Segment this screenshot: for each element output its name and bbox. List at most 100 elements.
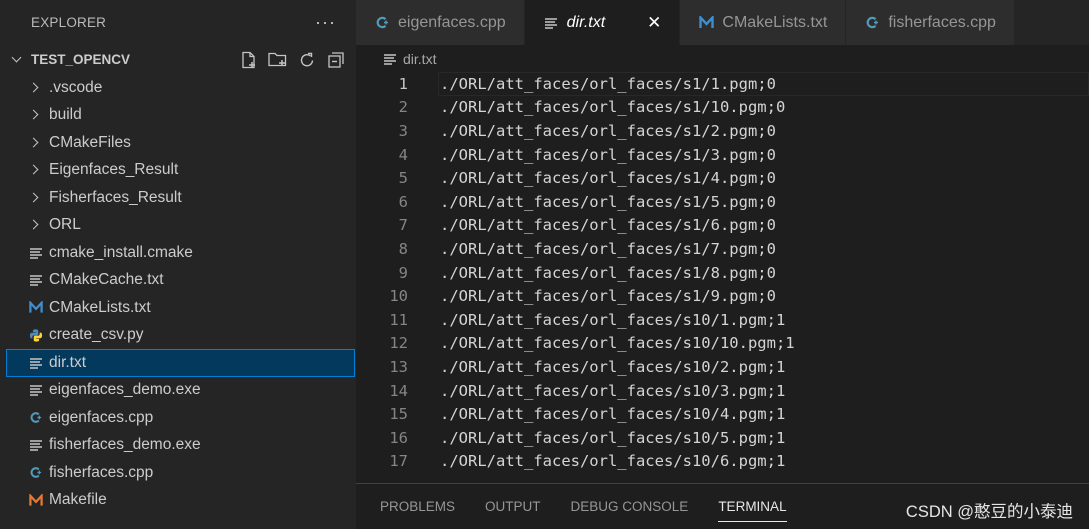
tree-item-label: dir.txt	[49, 353, 87, 371]
cpp-icon	[29, 410, 43, 426]
line-number: 4	[398, 145, 408, 164]
line-number: 16	[389, 428, 408, 447]
editor-line[interactable]: 11 ./ORL/att_faces/orl_faces/s10/1.pgm;1	[356, 308, 1089, 332]
tree-item-label: CMakeFiles	[49, 133, 131, 151]
cmake-m-icon	[29, 300, 43, 316]
text-editor[interactable]: 1 ./ORL/att_faces/orl_faces/s1/1.pgm;0 2 ./…	[356, 72, 1089, 483]
tree-item-eigenfaces-demo-exe[interactable]: eigenfaces_demo.exe	[0, 377, 356, 405]
tree-item-label: fisherfaces_demo.exe	[49, 436, 201, 454]
line-number: 12	[389, 334, 408, 353]
line-number: 14	[389, 381, 408, 400]
chevron-right-icon	[29, 217, 43, 233]
panel-tab-output[interactable]: OUTPUT	[485, 484, 541, 529]
tree-item-makefile[interactable]: Makefile	[0, 487, 356, 515]
panel-tab-problems[interactable]: PROBLEMS	[380, 484, 455, 529]
line-number: 15	[389, 405, 408, 424]
tab-label: CMakeLists.txt	[722, 13, 828, 31]
line-text: ./ORL/att_faces/orl_faces/s1/9.pgm;0	[440, 287, 776, 306]
tree-item-label: CMakeLists.txt	[49, 298, 151, 316]
tree-item-orl[interactable]: ORL	[0, 212, 356, 240]
tree-item-label: cmake_install.cmake	[49, 243, 193, 261]
tree-item-label: CMakeCache.txt	[49, 271, 164, 289]
line-text: ./ORL/att_faces/orl_faces/s10/4.pgm;1	[440, 405, 786, 424]
chevron-right-icon	[29, 190, 43, 206]
editor-lines: 1 ./ORL/att_faces/orl_faces/s1/1.pgm;0 2 ./…	[356, 72, 1089, 473]
workspace-folder[interactable]: TEST_OPENCV	[0, 44, 356, 74]
line-text: ./ORL/att_faces/orl_faces/s1/6.pgm;0	[440, 216, 776, 235]
editor-line[interactable]: 9 ./ORL/att_faces/orl_faces/s1/8.pgm;0	[356, 261, 1089, 285]
line-number: 3	[398, 121, 408, 140]
editor-line[interactable]: 14 ./ORL/att_faces/orl_faces/s10/3.pgm;1	[356, 379, 1089, 403]
tree-item-label: Eigenfaces_Result	[49, 161, 179, 179]
line-number: 17	[389, 452, 408, 471]
tree-item-cmake-install-cmake[interactable]: cmake_install.cmake	[0, 239, 356, 267]
close-icon[interactable]: ✕	[647, 13, 661, 33]
line-number: 10	[389, 287, 408, 306]
refresh-icon[interactable]	[296, 49, 317, 70]
editor-line[interactable]: 4 ./ORL/att_faces/orl_faces/s1/3.pgm;0	[356, 143, 1089, 167]
new-file-icon[interactable]	[238, 49, 259, 70]
lines-file-icon	[29, 272, 43, 288]
tree-item-cmakecache-txt[interactable]: CMakeCache.txt	[0, 267, 356, 295]
line-number: 7	[398, 216, 408, 235]
cpp-icon	[374, 15, 390, 30]
tree-item-fisherfaces-cpp[interactable]: fisherfaces.cpp	[0, 459, 356, 487]
tree-item-cmakefiles[interactable]: CMakeFiles	[0, 129, 356, 157]
tab-fisherfaces-cpp[interactable]: fisherfaces.cpp	[846, 0, 1015, 45]
tab-eigenfaces-cpp[interactable]: eigenfaces.cpp	[356, 0, 525, 45]
tab-label: dir.txt	[566, 13, 606, 31]
editor-line[interactable]: 7 ./ORL/att_faces/orl_faces/s1/6.pgm;0	[356, 214, 1089, 238]
line-text: ./ORL/att_faces/orl_faces/s1/3.pgm;0	[440, 145, 776, 164]
panel-tab-debug-console[interactable]: DEBUG CONSOLE	[571, 484, 689, 529]
workspace-folder-name: TEST_OPENCV	[31, 51, 131, 67]
editor-line[interactable]: 16 ./ORL/att_faces/orl_faces/s10/5.pgm;1	[356, 426, 1089, 450]
tree-item-fisherfaces-demo-exe[interactable]: fisherfaces_demo.exe	[0, 432, 356, 460]
editor-line[interactable]: 2 ./ORL/att_faces/orl_faces/s1/10.pgm;0	[356, 96, 1089, 120]
editor-line[interactable]: 8 ./ORL/att_faces/orl_faces/s1/7.pgm;0	[356, 237, 1089, 261]
tree-item-label: Fisherfaces_Result	[49, 188, 182, 206]
new-folder-icon[interactable]	[267, 49, 288, 70]
editor-line[interactable]: 10 ./ORL/att_faces/orl_faces/s1/9.pgm;0	[356, 284, 1089, 308]
chevron-right-icon	[29, 135, 43, 151]
editor-line[interactable]: 6 ./ORL/att_faces/orl_faces/s1/5.pgm;0	[356, 190, 1089, 214]
editor-tabs: eigenfaces.cpp dir.txt ✕ CMakeLists.txt fish…	[356, 0, 1089, 45]
tree-item-dir-txt[interactable]: dir.txt	[6, 349, 355, 377]
breadcrumb[interactable]: dir.txt	[356, 45, 1089, 72]
tab-cmakelists-txt[interactable]: CMakeLists.txt	[680, 0, 847, 45]
editor-line[interactable]: 12 ./ORL/att_faces/orl_faces/s10/10.pgm;1	[356, 332, 1089, 356]
breadcrumb-file: dir.txt	[403, 50, 437, 67]
panel-tab-terminal[interactable]: TERMINAL	[718, 484, 787, 529]
tree-item-create-csv-py[interactable]: create_csv.py	[0, 322, 356, 350]
line-number: 6	[398, 192, 408, 211]
editor-line[interactable]: 5 ./ORL/att_faces/orl_faces/s1/4.pgm;0	[356, 166, 1089, 190]
tree-item-label: eigenfaces_demo.exe	[49, 381, 201, 399]
line-number: 9	[398, 263, 408, 282]
line-text: ./ORL/att_faces/orl_faces/s10/10.pgm;1	[440, 334, 795, 353]
line-text: ./ORL/att_faces/orl_faces/s10/2.pgm;1	[440, 357, 786, 376]
tab-dir-txt[interactable]: dir.txt ✕	[524, 0, 681, 45]
line-number: 8	[398, 239, 408, 258]
more-actions-icon[interactable]: ···	[315, 12, 336, 33]
tree-item-vscode[interactable]: .vscode	[0, 74, 356, 102]
collapse-all-icon[interactable]	[325, 49, 346, 70]
tree-item-label: create_csv.py	[49, 326, 144, 344]
tree-item-eigenfaces-result[interactable]: Eigenfaces_Result	[0, 157, 356, 185]
file-tree: .vscode build CMakeFiles Eigenfaces_Result F…	[0, 74, 356, 514]
tree-item-eigenfaces-cpp[interactable]: eigenfaces.cpp	[0, 404, 356, 432]
tree-item-fisherfaces-result[interactable]: Fisherfaces_Result	[0, 184, 356, 212]
explorer-title: EXPLORER	[31, 14, 107, 30]
line-number: 1	[398, 74, 408, 93]
panel-tabs: PROBLEMS OUTPUT DEBUG CONSOLE TERMINAL	[380, 484, 817, 529]
cpp-icon	[29, 465, 43, 481]
tree-item-cmakelists-txt[interactable]: CMakeLists.txt	[0, 294, 356, 322]
line-number: 5	[398, 169, 408, 188]
editor-line[interactable]: 3 ./ORL/att_faces/orl_faces/s1/2.pgm;0	[356, 119, 1089, 143]
tree-item-label: .vscode	[49, 78, 103, 96]
line-number: 2	[398, 98, 408, 117]
cmake-m-icon	[698, 16, 714, 29]
editor-line[interactable]: 13 ./ORL/att_faces/orl_faces/s10/2.pgm;1	[356, 355, 1089, 379]
tree-item-build[interactable]: build	[0, 102, 356, 130]
editor-line[interactable]: 17 ./ORL/att_faces/orl_faces/s10/6.pgm;1	[356, 450, 1089, 474]
line-number: 11	[389, 310, 408, 329]
editor-line[interactable]: 15 ./ORL/att_faces/orl_faces/s10/4.pgm;1	[356, 402, 1089, 426]
